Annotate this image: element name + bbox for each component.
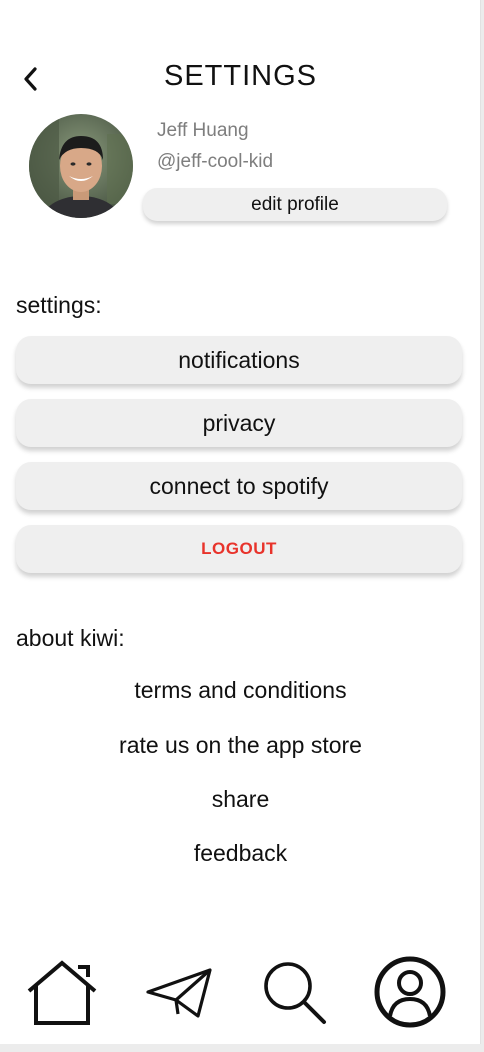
privacy-button[interactable]: privacy <box>16 399 462 447</box>
profile-icon <box>374 956 446 1028</box>
edit-profile-button[interactable]: edit profile <box>143 188 447 221</box>
connect-spotify-button[interactable]: connect to spotify <box>16 462 462 510</box>
share-link[interactable]: share <box>0 786 480 813</box>
about-section-label: about kiwi: <box>16 625 125 651</box>
settings-screen: SETTINGS Jeff Huang @jeff-cool-kid edit … <box>0 0 481 1044</box>
page-title: SETTINGS <box>163 60 317 92</box>
nav-send-button[interactable] <box>138 952 218 1032</box>
search-icon <box>264 962 326 1024</box>
nav-profile-button[interactable] <box>370 952 450 1032</box>
nav-home-button[interactable] <box>22 952 102 1032</box>
settings-section-label: settings: <box>16 292 102 318</box>
rate-app-link[interactable]: rate us on the app store <box>0 732 480 759</box>
notifications-button[interactable]: notifications <box>16 336 462 384</box>
profile-handle: @jeff-cool-kid <box>157 151 274 172</box>
avatar <box>29 114 133 218</box>
logout-button[interactable]: LOGOUT <box>16 525 462 573</box>
nav-search-button[interactable] <box>254 952 334 1032</box>
profile-name: Jeff Huang <box>157 120 249 141</box>
home-icon <box>27 960 97 1025</box>
paper-plane-icon <box>146 968 212 1018</box>
terms-link[interactable]: terms and conditions <box>0 677 480 704</box>
feedback-link[interactable]: feedback <box>0 840 480 867</box>
